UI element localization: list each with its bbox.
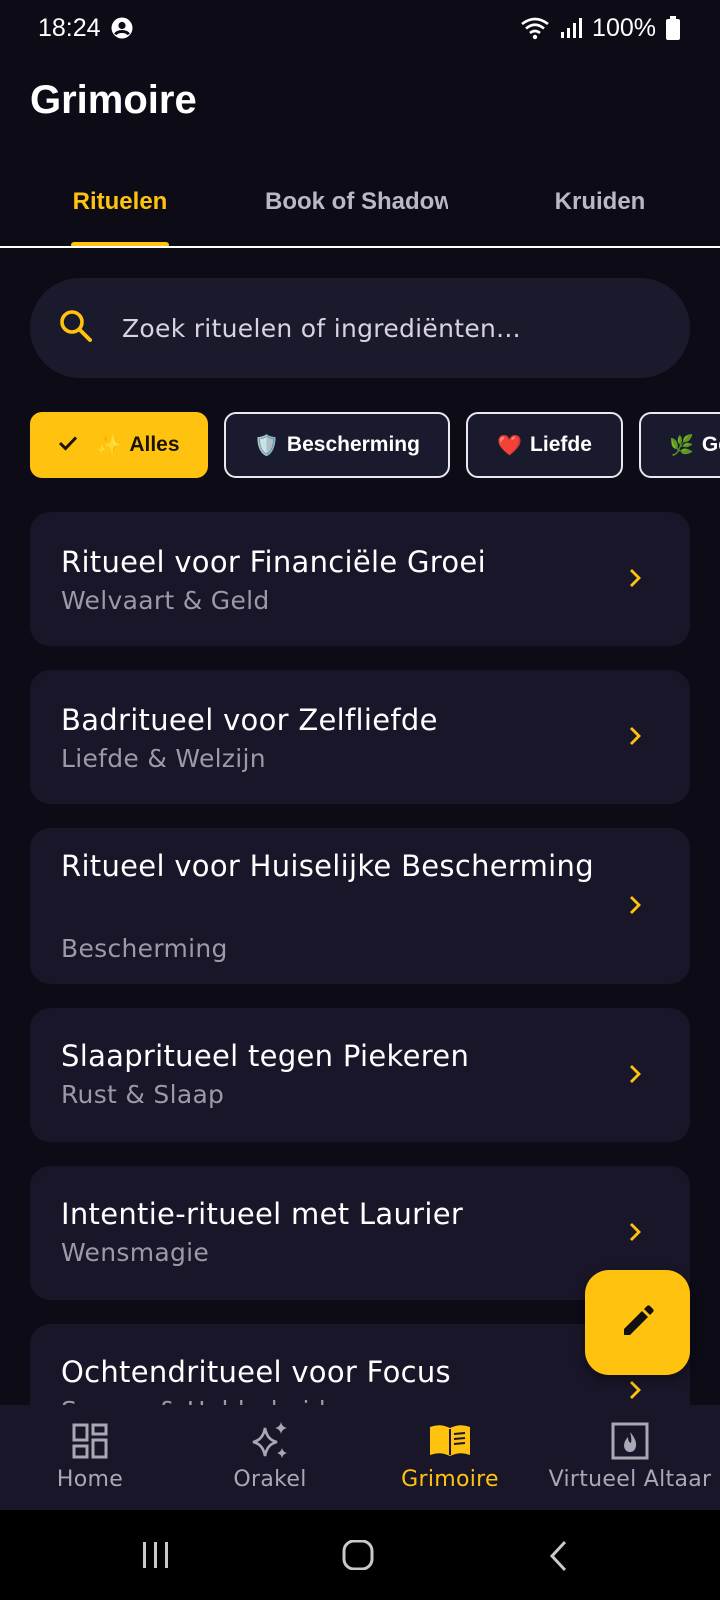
chevron-right-icon — [628, 1063, 642, 1089]
chevron-right-icon — [628, 1221, 642, 1247]
edit-fab-button[interactable] — [585, 1270, 690, 1375]
filter-chip-gezondheid[interactable]: 🌿 Gezondheid — [639, 412, 720, 478]
search-icon — [58, 308, 94, 348]
herb-emoji-icon: 🌿 — [669, 434, 694, 457]
pencil-icon — [620, 1303, 656, 1343]
heart-emoji-icon: ❤️ — [497, 434, 523, 457]
nav-item-orakel[interactable]: Orakel — [180, 1405, 360, 1510]
ritual-title: Badritueel voor Zelfliefde — [61, 703, 438, 737]
account-icon — [111, 17, 133, 39]
ritual-card[interactable]: Ritueel voor Huiselijke Bescherming Besc… — [30, 828, 690, 984]
recent-apps-icon[interactable] — [140, 1540, 172, 1574]
ritual-category: Rust & Slaap — [61, 1080, 225, 1109]
nav-item-virtueel-altaar[interactable]: Virtueel Altaar — [540, 1405, 720, 1510]
status-bar: 18:24 100% — [0, 0, 720, 56]
sparkles-icon — [249, 1421, 291, 1461]
ritual-title: Slaapritueel tegen Piekeren — [61, 1039, 470, 1073]
ritual-category: Welvaart & Geld — [61, 586, 270, 615]
nav-label: Orakel — [233, 1467, 307, 1492]
ritual-title: Intentie-ritueel met Laurier — [61, 1197, 464, 1231]
status-left: 18:24 — [38, 14, 133, 43]
filter-chip-liefde[interactable]: ❤️ Liefde — [466, 412, 623, 478]
search-placeholder: Zoek rituelen of ingrediënten... — [122, 313, 521, 343]
filter-chip-label: Gezondheid — [701, 433, 720, 456]
tab-label: Book of Shadows — [265, 188, 448, 215]
nav-item-home[interactable]: Home — [0, 1405, 180, 1510]
nav-item-grimoire[interactable]: Grimoire — [360, 1405, 540, 1510]
nav-label: Virtueel Altaar — [548, 1467, 712, 1492]
search-input[interactable]: Zoek rituelen of ingrediënten... — [30, 278, 690, 378]
tab-book-of-shadows[interactable]: Book of Shadows — [265, 168, 448, 246]
ritual-card[interactable]: Slaapritueel tegen Piekeren Rust & Slaap — [30, 1008, 690, 1142]
nav-label: Grimoire — [401, 1467, 499, 1492]
tab-kruiden[interactable]: Kruiden — [480, 168, 720, 246]
filter-chip-label: Alles — [129, 433, 180, 456]
signal-icon — [560, 17, 583, 39]
ritual-card[interactable]: Ritueel voor Financiële Groei Welvaart &… — [30, 512, 690, 646]
filter-chip-bescherming[interactable]: 🛡️ Bescherming — [224, 412, 450, 478]
ritual-title: Ritueel voor Huiselijke Bescherming — [61, 849, 594, 883]
battery-icon — [666, 16, 680, 40]
nav-label: Home — [56, 1467, 124, 1492]
chevron-right-icon — [628, 567, 642, 593]
shield-emoji-icon: 🛡️ — [254, 434, 279, 457]
ritual-category: Bescherming — [61, 934, 228, 963]
bottom-nav: Home Orakel Grimoire Virtueel Altaar — [0, 1405, 720, 1510]
status-time: 18:24 — [38, 13, 101, 42]
tab-bar: Rituelen Book of Shadows Kruiden — [0, 168, 720, 248]
chevron-right-icon — [628, 1379, 642, 1405]
tab-label: Kruiden — [554, 188, 646, 215]
ritual-title: Ritueel voor Financiële Groei — [61, 545, 486, 579]
back-icon[interactable] — [548, 1540, 570, 1576]
ritual-card[interactable]: Badritueel voor Zelfliefde Liefde & Welz… — [30, 670, 690, 804]
chevron-right-icon — [628, 894, 642, 920]
page-title: Grimoire — [30, 78, 197, 122]
sparkles-emoji-icon: ✨ — [96, 434, 122, 457]
system-nav-bar — [0, 1510, 720, 1600]
dashboard-icon — [72, 1421, 108, 1461]
ritual-category: Wensmagie — [61, 1238, 210, 1267]
check-icon — [58, 433, 78, 457]
filter-chip-label: Bescherming — [286, 433, 420, 456]
tab-indicator — [71, 242, 169, 246]
battery-text: 100% — [592, 13, 656, 42]
ritual-category: Liefde & Welzijn — [61, 744, 266, 773]
book-icon — [428, 1421, 472, 1461]
filter-chip-label: Liefde — [530, 433, 592, 456]
filter-chip-alles[interactable]: ✨ Alles — [30, 412, 208, 478]
fireplace-icon — [611, 1421, 649, 1461]
wifi-icon — [520, 16, 550, 40]
tab-rituelen[interactable]: Rituelen — [0, 168, 240, 246]
home-icon[interactable] — [342, 1539, 374, 1574]
chevron-right-icon — [628, 725, 642, 751]
filter-chips: ✨ Alles 🛡️ Bescherming ❤️ Liefde 🌿 Gezon… — [30, 412, 720, 478]
status-right: 100% — [520, 14, 680, 43]
tab-label: Rituelen — [72, 188, 168, 215]
ritual-title: Ochtendritueel voor Focus — [61, 1355, 451, 1389]
